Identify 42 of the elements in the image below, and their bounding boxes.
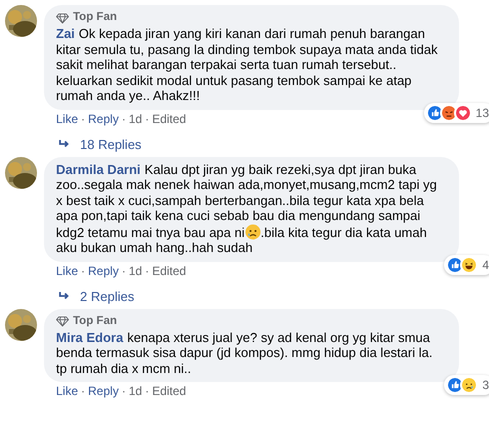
view-replies-link[interactable]: 18 Replies xyxy=(80,136,142,152)
diamond-icon xyxy=(56,316,69,327)
reply-arrow-icon xyxy=(58,291,70,301)
author-link[interactable]: Darmila Darni xyxy=(56,162,141,176)
like-link[interactable]: Like xyxy=(56,112,78,126)
reply-link[interactable]: Reply xyxy=(88,384,119,399)
reply-link[interactable]: Reply xyxy=(88,264,119,278)
like-link[interactable]: Like xyxy=(56,384,78,399)
separator-dot: · xyxy=(81,264,86,278)
reaction-summary[interactable]: 13 xyxy=(424,102,489,122)
edited-label: Edited xyxy=(152,112,186,126)
like-link[interactable]: Like xyxy=(56,264,78,278)
reaction-count: 3 xyxy=(482,377,489,394)
separator-dot: · xyxy=(145,384,150,399)
view-replies-link[interactable]: 2 Replies xyxy=(80,288,134,304)
separator-dot: · xyxy=(81,112,86,126)
top-fan-label: Top Fan xyxy=(73,314,117,329)
separator-dot: · xyxy=(145,112,150,126)
separator-dot: · xyxy=(122,384,126,399)
timestamp: 1d xyxy=(128,384,142,399)
comment-text: Darmila Darni Kalau dpt jiran yg baik rezeki,sya dpt jiran buka zoo..segala mak nenek haiwan ada,monyet,musang,mcm2 tapi yg x best taik x cuci,sampah berterbangan..bila tegur kata xpa bela apa pon,tapi taik kena cuci sebab bau dia mengundang sampai kdg2 tetamu mai tnya bau apa ni .bila kita tegur dia kata umah aku bukan umah hang..hah sudah xyxy=(56,162,438,256)
author-link[interactable]: Zai xyxy=(56,26,75,41)
reply-arrow-icon xyxy=(58,139,70,149)
comment-text: Zai Ok kepada jiran yang kiri kanan dari rumah penuh barangan kitar semula tu, pasang la dinding tembok supaya mata anda tidak sakit melihat barangan terpakai serta tuan rumah tersebut.. keluarkan sedikit modal untuk pasang tembok sampai ke atap rumah anda ye.. Ahakz!!! xyxy=(56,26,439,104)
author-link[interactable]: Mira Edora xyxy=(56,330,124,344)
top-fan-label: Top Fan xyxy=(73,10,117,26)
reaction-count: 4 xyxy=(482,256,489,274)
separator-dot: · xyxy=(145,264,150,278)
comment-text: Mira Edora kenapa xterus jual ye? sy ad kenal org yg kitar smua benda termasuk sisa dapur (jd kompos). mmg hidup dia lestari la. tp rumah dia x mcm ni.. xyxy=(56,330,434,376)
crying-emoji-icon xyxy=(244,224,261,240)
reply-link[interactable]: Reply xyxy=(88,112,119,126)
reaction-summary[interactable]: 4 xyxy=(444,254,489,274)
edited-label: Edited xyxy=(152,264,186,278)
separator-dot: · xyxy=(81,384,86,399)
diamond-icon xyxy=(56,12,69,24)
separator-dot: · xyxy=(122,112,126,126)
timestamp: 1d xyxy=(128,264,142,278)
edited-label: Edited xyxy=(152,384,186,399)
timestamp: 1d xyxy=(128,112,142,126)
reaction-count: 13 xyxy=(476,104,489,122)
reaction-summary[interactable]: 3 xyxy=(444,375,489,395)
separator-dot: · xyxy=(122,264,126,278)
